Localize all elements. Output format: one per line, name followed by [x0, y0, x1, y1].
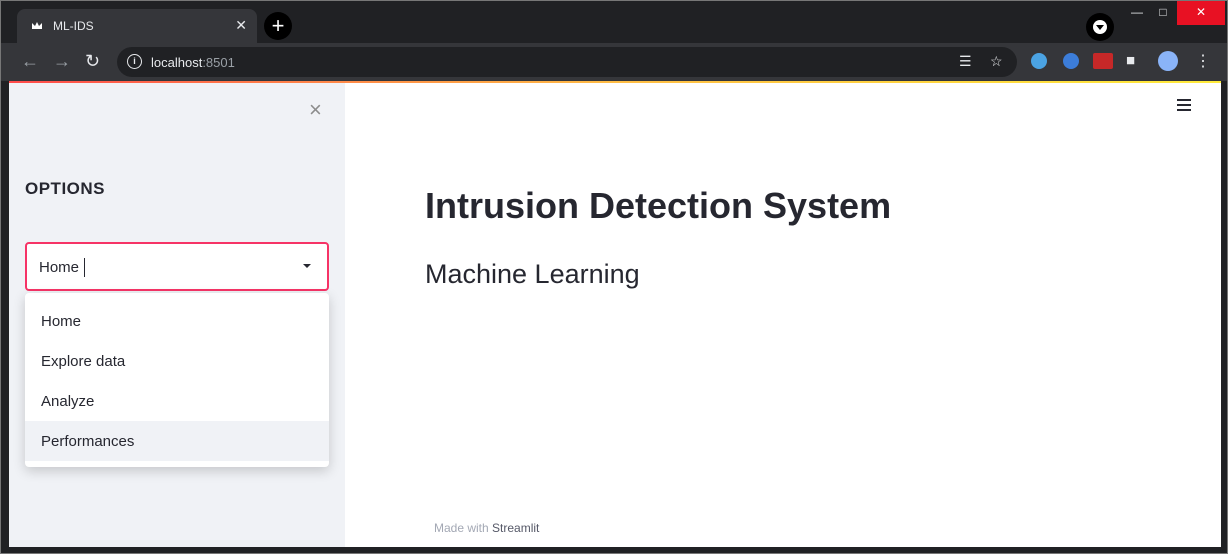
option-analyze[interactable]: Analyze — [25, 381, 329, 421]
page-title: Intrusion Detection System — [425, 185, 892, 226]
download-extension-icon[interactable] — [1086, 13, 1114, 41]
browser-window: ML-IDS ✕ + — □ ✕ ← → ↻ i localhost:8501 … — [0, 0, 1228, 554]
url-text[interactable]: localhost:8501 — [151, 55, 235, 70]
page-subtitle: Machine Learning — [425, 259, 640, 289]
option-performances[interactable]: Performances — [25, 421, 329, 461]
text-caret — [84, 258, 85, 277]
address-bar[interactable]: i localhost:8501 ☰ ☆ — [117, 47, 1017, 77]
select-value: Home — [39, 259, 80, 276]
forward-icon[interactable]: → — [53, 51, 71, 72]
browser-menu-icon[interactable]: ⋮ — [1195, 51, 1211, 71]
new-tab-button[interactable]: + — [264, 12, 292, 40]
globe-extension-icon[interactable] — [1063, 53, 1079, 69]
options-dropdown-menu: Home Explore data Analyze Performances — [25, 293, 329, 467]
extensions-puzzle-icon[interactable]: ■ — [1126, 52, 1135, 69]
tab-close-icon[interactable]: ✕ — [235, 17, 247, 34]
profile-avatar-icon[interactable] — [1158, 51, 1178, 71]
chevron-down-icon[interactable] — [303, 264, 311, 268]
footer-made-with: Made with — [434, 521, 489, 535]
streamlit-link[interactable]: Streamlit — [492, 521, 539, 535]
cloud-extension-icon[interactable] — [1031, 53, 1047, 69]
option-home[interactable]: Home — [25, 301, 329, 341]
footer: Made with Streamlit — [434, 521, 539, 535]
title-bar: ML-IDS ✕ + — □ ✕ — [1, 1, 1227, 43]
translate-icon[interactable]: ☰ — [959, 53, 972, 70]
back-icon[interactable]: ← — [21, 51, 39, 72]
browser-tab[interactable]: ML-IDS ✕ — [17, 9, 257, 43]
counter-extension-icon[interactable] — [1093, 53, 1113, 69]
window-close-icon[interactable]: ✕ — [1177, 1, 1225, 25]
streamlit-app: × OPTIONS Home Home Explore data Analyze… — [9, 83, 1221, 547]
option-explore-data[interactable]: Explore data — [25, 341, 329, 381]
hamburger-menu-icon[interactable] — [1177, 99, 1191, 114]
options-select[interactable]: Home — [25, 242, 329, 291]
sidebar-close-icon[interactable]: × — [309, 97, 322, 123]
reload-icon[interactable]: ↻ — [85, 51, 100, 72]
bookmark-star-icon[interactable]: ☆ — [990, 53, 1003, 70]
info-icon[interactable]: i — [127, 54, 142, 69]
browser-toolbar: ← → ↻ i localhost:8501 ☰ ☆ ■ ⋮ — [1, 43, 1227, 81]
sidebar: × OPTIONS Home Home Explore data Analyze… — [9, 83, 345, 547]
crown-icon — [32, 22, 42, 29]
tab-title: ML-IDS — [53, 19, 94, 33]
sidebar-title: OPTIONS — [25, 179, 106, 198]
